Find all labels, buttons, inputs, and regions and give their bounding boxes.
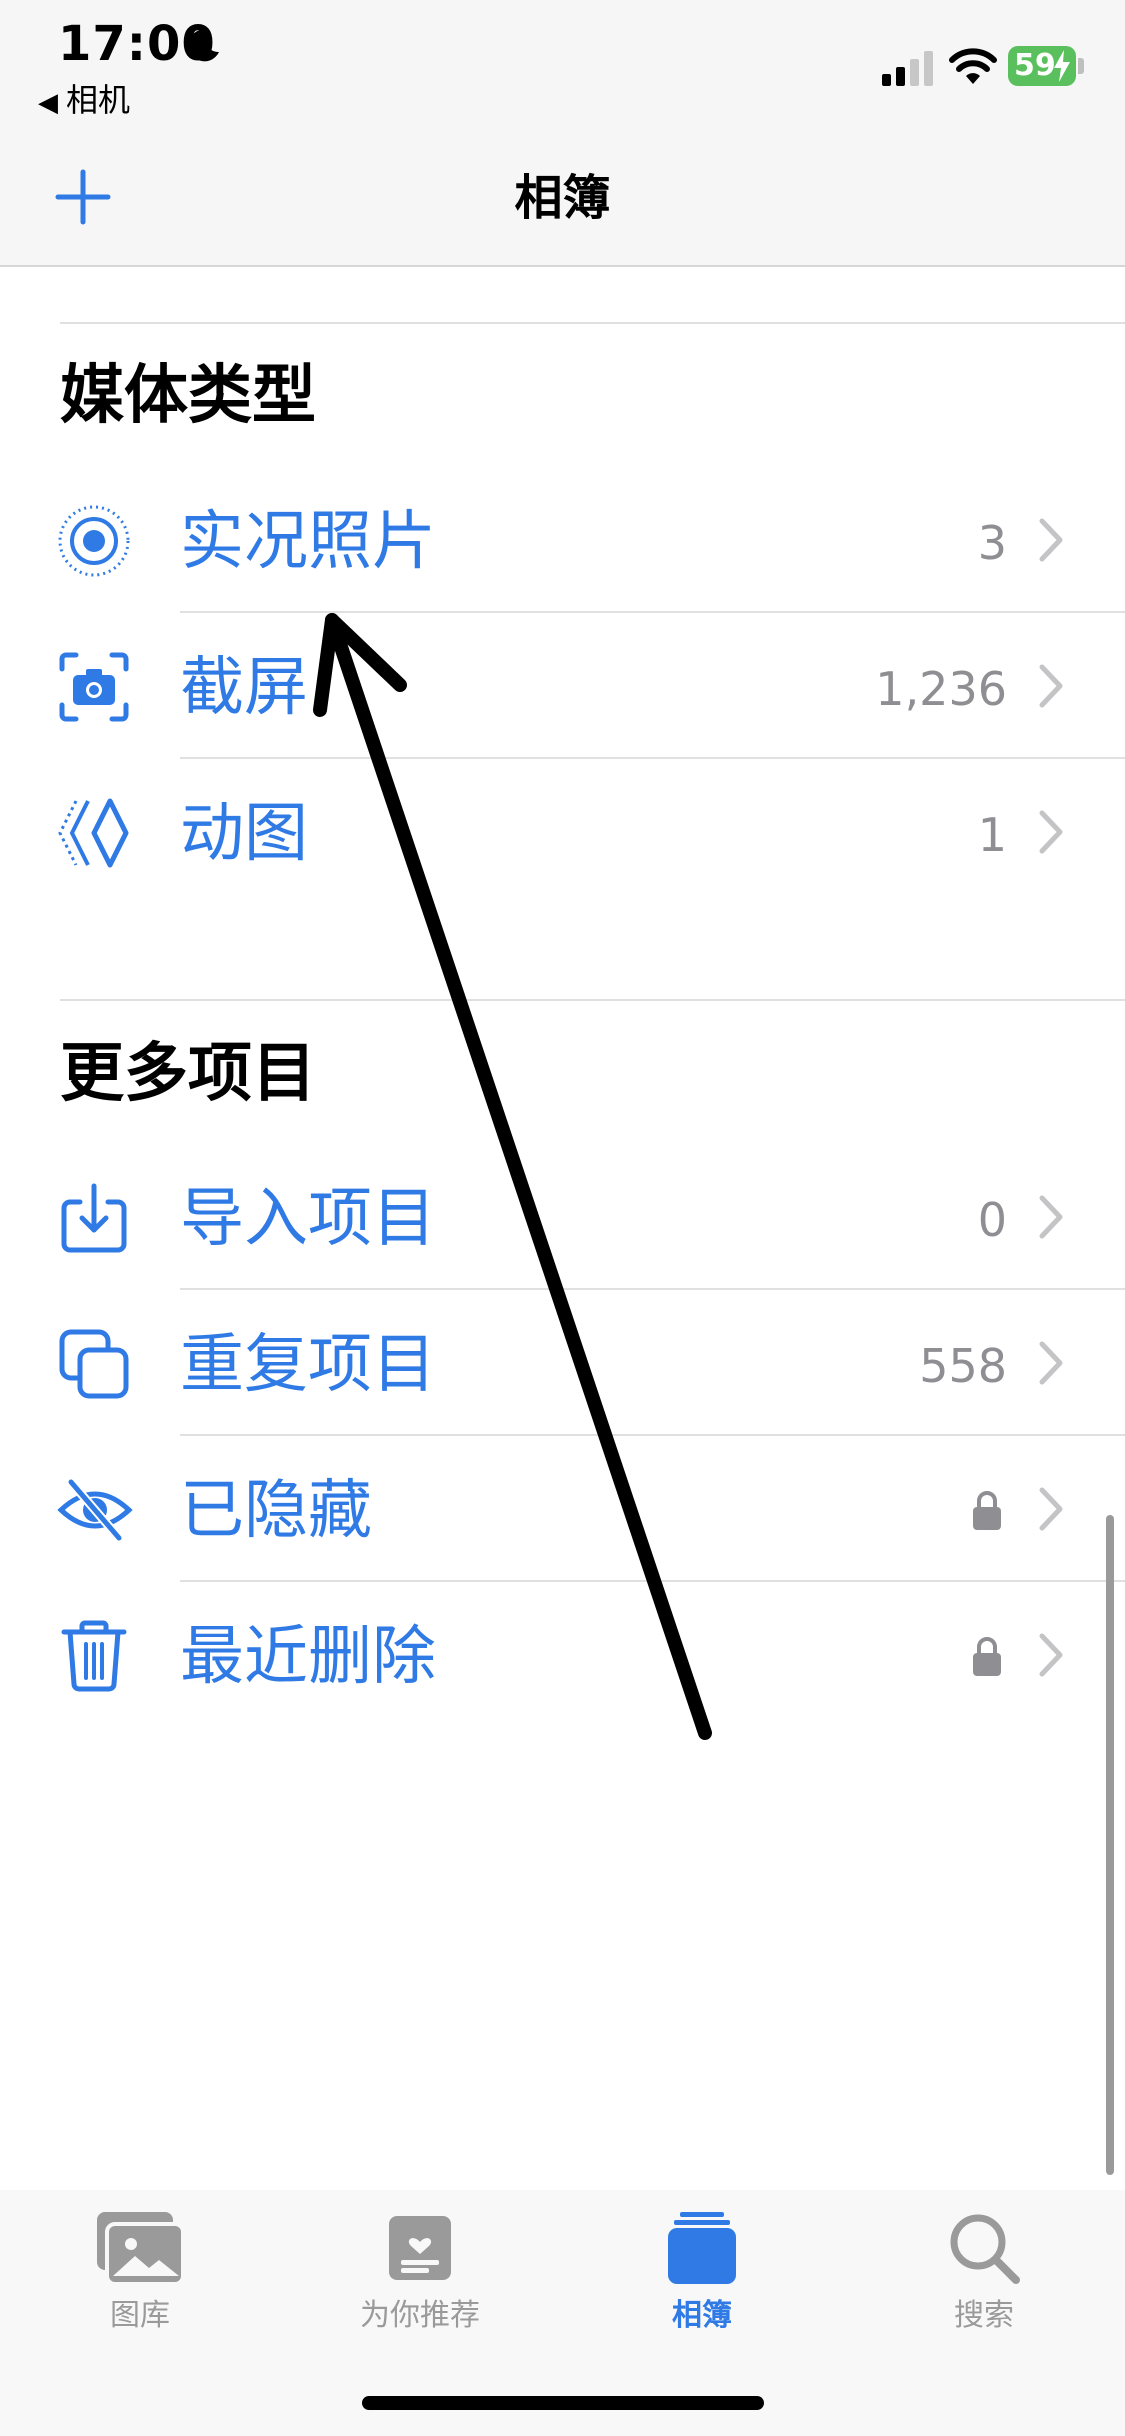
list-item-live-photos[interactable]: 实况照片 3 <box>0 467 1125 613</box>
back-to-app-link[interactable]: ◀ 相机 <box>38 80 130 123</box>
for-you-icon <box>389 2216 451 2280</box>
trash-icon <box>61 1620 127 1692</box>
list-item-imports[interactable]: 导入项目 0 <box>0 1144 1125 1290</box>
list-item-count: 3 <box>977 516 1007 570</box>
lock-icon <box>973 1491 1001 1530</box>
list-item-label: 截屏 <box>180 651 308 725</box>
tab-for-you[interactable]: 为你推荐 <box>300 2210 540 2370</box>
list-item-label: 导入项目 <box>180 1182 436 1256</box>
animated-icon <box>58 798 129 868</box>
list-item-hidden[interactable]: 已隐藏 <box>0 1436 1125 1582</box>
tab-label: 图库 <box>110 2298 170 2333</box>
chevron-right-icon <box>1039 664 1063 708</box>
home-indicator[interactable] <box>362 2396 764 2410</box>
live-photo-icon <box>58 505 130 577</box>
tab-search[interactable]: 搜索 <box>864 2210 1104 2370</box>
chevron-right-icon <box>1039 1487 1063 1531</box>
duplicate-icon <box>59 1329 129 1399</box>
albums-icon <box>668 2212 736 2284</box>
list-item-duplicates[interactable]: 重复项目 558 <box>0 1290 1125 1436</box>
section-divider <box>60 999 1125 1001</box>
back-triangle-icon: ◀ <box>38 88 58 118</box>
tab-label: 搜索 <box>954 2298 1014 2333</box>
section-title-more-items: 更多项目 <box>60 1037 316 1111</box>
chevron-right-icon <box>1039 1341 1063 1385</box>
list-item-screenshots[interactable]: 截屏 1,236 <box>0 613 1125 759</box>
import-icon <box>61 1183 127 1253</box>
back-app-label: 相机 <box>66 81 131 119</box>
search-icon <box>950 2214 1020 2284</box>
scroll-indicator[interactable] <box>1106 1515 1114 2175</box>
list-item-label: 已隐藏 <box>180 1474 372 1548</box>
wifi-icon <box>949 48 997 84</box>
lock-icon <box>973 1637 1001 1676</box>
list-item-count: 0 <box>977 1193 1007 1247</box>
list-item-count: 558 <box>919 1339 1007 1393</box>
tab-label: 相簿 <box>672 2298 732 2333</box>
signal-icon <box>882 51 933 86</box>
chevron-right-icon <box>1039 1195 1063 1239</box>
status-bar: 17:00 ◀ 相机 59 <box>0 0 1125 130</box>
section-title-media-types: 媒体类型 <box>60 359 316 433</box>
list-item-animated[interactable]: 动图 1 <box>0 759 1125 905</box>
page-title: 相簿 <box>514 170 611 226</box>
screenshot-icon <box>59 652 129 722</box>
charging-bolt-icon <box>1054 50 1070 82</box>
tab-library[interactable]: 图库 <box>20 2210 260 2370</box>
tab-albums[interactable]: 相簿 <box>582 2210 822 2370</box>
chevron-right-icon <box>1039 1633 1063 1677</box>
navigation-bar: 相簿 <box>0 130 1125 267</box>
photo-library-icon <box>97 2212 185 2286</box>
tab-label: 为你推荐 <box>360 2298 480 2333</box>
hidden-eye-icon <box>57 1479 133 1541</box>
list-item-label: 最近删除 <box>180 1620 436 1694</box>
section-divider <box>60 322 1125 324</box>
battery-cap <box>1078 58 1084 74</box>
chevron-right-icon <box>1039 810 1063 854</box>
list-item-recently-deleted[interactable]: 最近删除 <box>0 1582 1125 1728</box>
list-item-label: 重复项目 <box>180 1328 436 1402</box>
list-item-count: 1,236 <box>875 662 1007 716</box>
chevron-right-icon <box>1039 518 1063 562</box>
list-item-label: 动图 <box>180 797 308 871</box>
list-item-count: 1 <box>977 808 1007 862</box>
moon-icon <box>188 29 219 62</box>
list-item-label: 实况照片 <box>180 505 436 579</box>
